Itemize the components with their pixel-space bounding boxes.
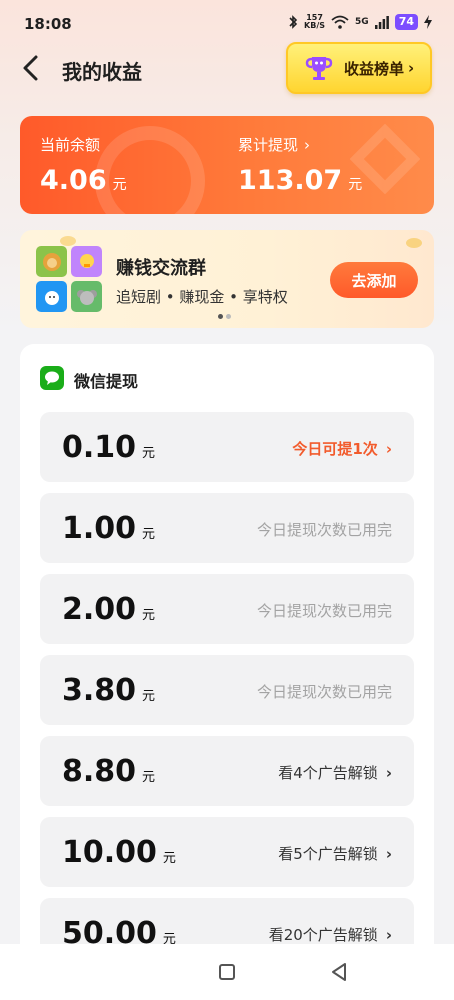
withdraw-amount-value: 1.00 [62,511,137,546]
coin-decoration-icon-2 [406,238,422,248]
total-withdrawn-label: 累计提现 [238,136,299,154]
withdraw-amount: 3.80 元 [62,673,155,708]
group-avatars [36,246,102,312]
chevron-right-icon: › [385,439,392,458]
pagination-dot [226,314,231,319]
withdraw-status: 今日提现次数已用完 [257,681,392,702]
back-icon[interactable] [20,54,42,82]
chevron-right-icon: › [304,135,311,154]
withdraw-status-text: 今日提现次数已用完 [256,683,392,701]
banner-pagination [218,314,231,319]
navigation-bar [0,944,454,1000]
withdraw-status: 今日可提1次 › [292,438,392,459]
withdraw-option[interactable]: 1.00 元 今日提现次数已用完 [40,493,414,563]
group-title: 赚钱交流群 [116,258,206,279]
total-withdrawn-label-row: 累计提现 › [238,134,362,155]
status-time: 18:08 [24,15,72,33]
current-balance-value: 4.06 元 [40,165,127,196]
withdraw-amount-unit: 元 [142,770,156,785]
dog-avatar-icon [44,290,59,305]
withdraw-amount: 8.80 元 [62,754,155,789]
total-withdrawn-unit: 元 [348,177,363,193]
rank-button[interactable]: 收益榜单 › [286,42,432,94]
withdraw-amount-unit: 元 [142,608,156,623]
network-type: 5G [355,17,369,27]
koala-avatar-icon [76,289,97,305]
back-triangle-icon[interactable] [330,962,348,982]
status-icons: 157 KB/S 5G 74 [288,14,432,30]
withdraw-amount-value: 0.10 [62,430,137,465]
group-subtitle: 追短剧 • 赚现金 • 享特权 [116,288,288,306]
chevron-right-icon: › [385,844,392,863]
withdraw-option[interactable]: 8.80 元 看4个广告解锁 › [40,736,414,806]
signal-icon [374,16,389,29]
total-withdrawn[interactable]: 累计提现 › 113.07 元 [238,134,362,197]
duck-avatar-icon [79,253,94,268]
withdraw-status: 看4个广告解锁 › [278,762,392,783]
home-square-icon[interactable] [219,964,235,980]
withdraw-amount-value: 2.00 [62,592,137,627]
current-balance-unit: 元 [112,177,127,193]
withdraw-status-text: 今日提现次数已用完 [256,602,392,620]
withdraw-amount-unit: 元 [142,527,156,542]
chevron-right-icon: › [385,763,392,782]
charging-icon [424,15,432,29]
withdraw-status-text: 看5个广告解锁 [278,845,378,863]
rank-button-label: 收益榜单 [344,59,405,78]
withdraw-status: 看5个广告解锁 › [278,843,392,864]
withdraw-amount: 1.00 元 [62,511,155,546]
current-balance: 当前余额 4.06 元 [40,134,127,196]
withdraw-status: 今日提现次数已用完 [257,600,392,621]
total-withdrawn-amount: 113.07 [238,165,343,196]
withdraw-status-text: 今日提现次数已用完 [256,521,392,539]
withdraw-status-text: 看20个广告解锁 [268,926,378,944]
withdraw-status: 今日提现次数已用完 [257,519,392,540]
withdraw-amount: 2.00 元 [62,592,155,627]
lion-avatar-icon [42,252,61,271]
battery-icon: 74 [394,14,418,30]
chevron-right-icon: › [408,59,415,77]
status-bar: 18:08 157 KB/S 5G 74 [0,0,454,42]
balance-card: 当前余额 4.06 元 累计提现 › 113.07 元 [20,116,434,214]
wifi-icon [331,15,349,29]
wechat-icon [40,366,64,390]
bluetooth-icon [289,15,298,29]
withdraw-amount: 0.10 元 [62,430,155,465]
withdraw-amount: 10.00 元 [62,835,176,870]
withdraw-amount-unit: 元 [162,851,176,866]
withdraw-option[interactable]: 10.00 元 看5个广告解锁 › [40,817,414,887]
withdraw-amount-value: 10.00 [62,835,157,870]
avatar [71,281,102,312]
avatar [36,246,67,277]
net-speed-unit: KB/S [304,21,326,30]
join-group-button[interactable]: 去添加 [330,262,418,298]
withdraw-status: 看20个广告解锁 › [269,924,392,945]
withdraw-option[interactable]: 0.10 元 今日可提1次 › [40,412,414,482]
withdraw-option[interactable]: 2.00 元 今日提现次数已用完 [40,574,414,644]
withdraw-amount-value: 3.80 [62,673,137,708]
current-balance-label: 当前余额 [40,136,101,154]
current-balance-amount: 4.06 [40,165,107,196]
withdraw-amount-unit: 元 [142,446,156,461]
withdraw-status-text: 看4个广告解锁 [278,764,378,782]
withdraw-amount-unit: 元 [142,689,156,704]
pagination-dot [218,314,223,319]
withdraw-status-text: 今日可提1次 [292,440,378,458]
avatar [71,246,102,277]
withdraw-title: 微信提现 [74,372,139,391]
withdraw-option[interactable]: 3.80 元 今日提现次数已用完 [40,655,414,725]
page-title: 我的收益 [62,60,142,84]
withdraw-panel: 微信提现 0.10 元今日可提1次 › 1.00 元今日提现次数已用完 2.00 元今日提现… [20,344,434,1000]
avatar [36,281,67,312]
group-banner[interactable]: 赚钱交流群 追短剧 • 赚现金 • 享特权 去添加 [20,230,434,328]
trophy-icon [305,57,333,80]
chevron-right-icon: › [385,925,392,944]
total-withdrawn-value: 113.07 元 [238,165,362,196]
withdraw-amount-value: 8.80 [62,754,137,789]
net-speed: 157 KB/S [304,14,325,30]
